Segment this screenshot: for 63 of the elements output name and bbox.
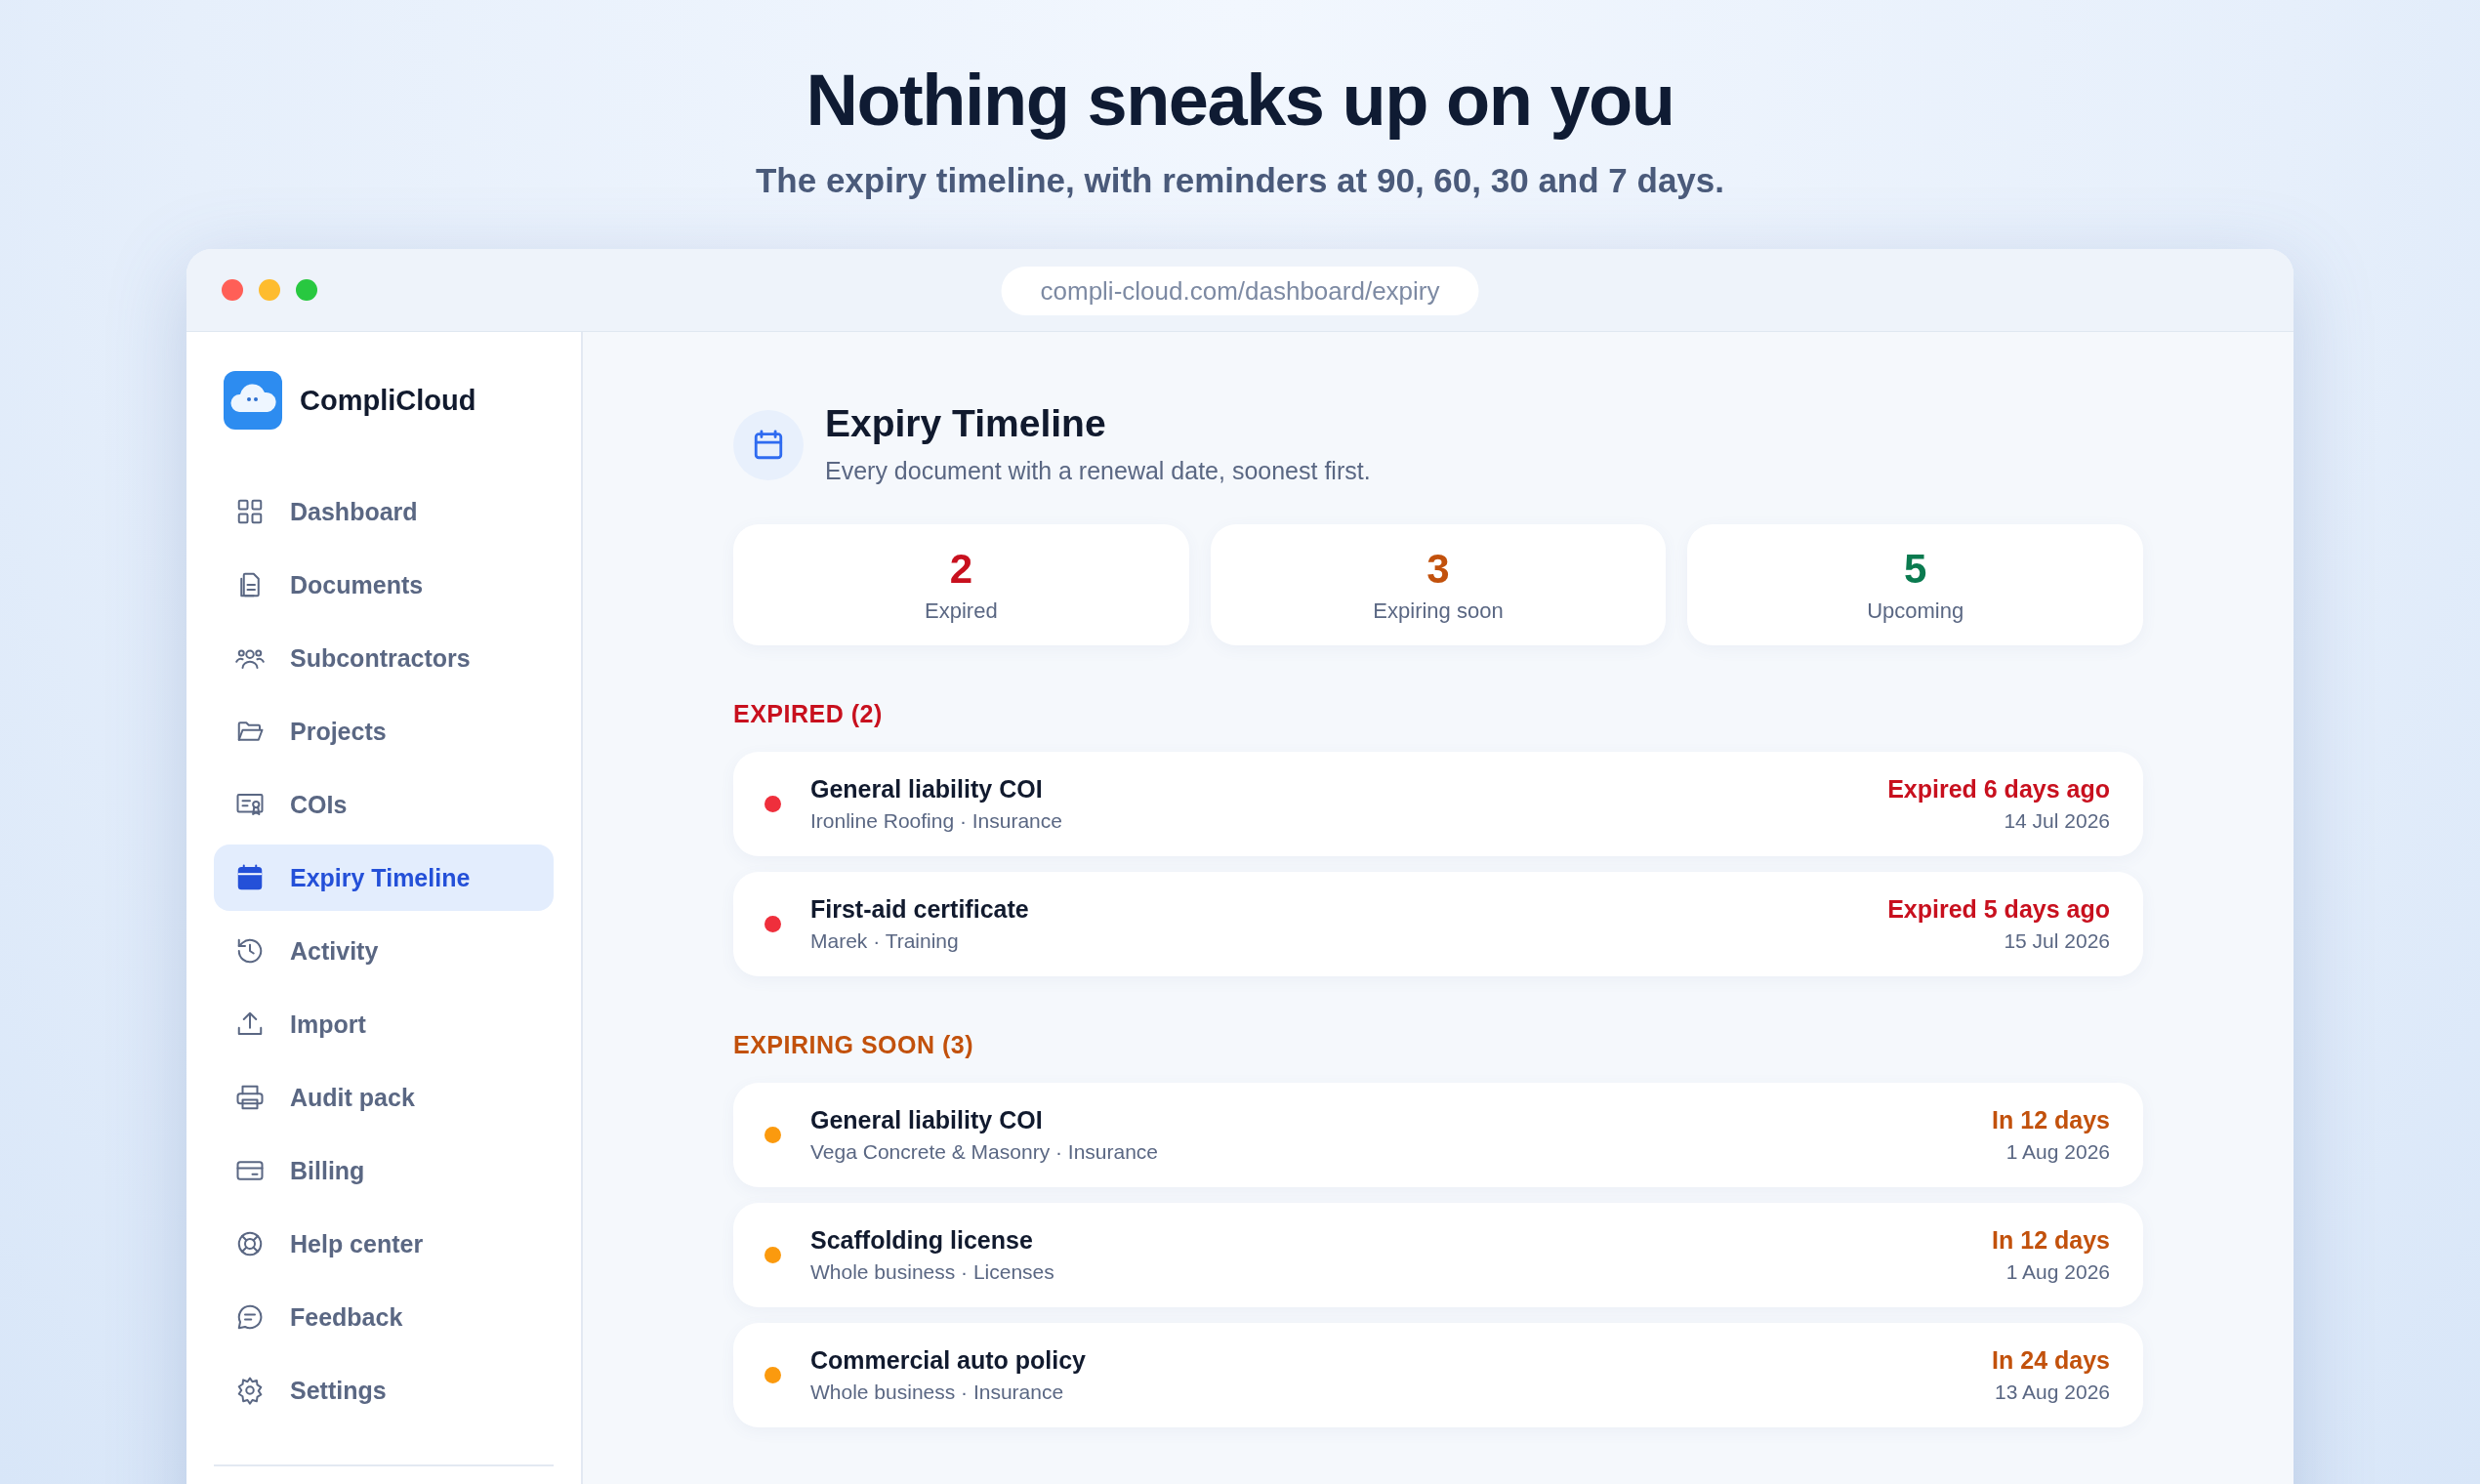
hero-subtitle: The expiry timeline, with reminders at 90, 60, 30 and 7 days. [755,161,1725,200]
gear-icon [235,1376,265,1405]
nav-item[interactable]: Settings [214,1357,554,1423]
brand-name: CompliCloud [300,384,476,417]
document-title: Commercial auto policy [810,1346,1088,1375]
nav-item[interactable]: Projects [214,698,554,764]
cloud-logo-icon [224,371,282,430]
expiry-status: In 12 days [1992,1226,2110,1255]
expiry-status: In 24 days [1992,1346,2110,1375]
nav-item[interactable]: Help center [214,1211,554,1277]
document-row[interactable]: General liability COI Ironline Roofing · Insurance Expired 6 days ago 14 Jul 2026 [733,752,2143,856]
stat-value: 2 [949,546,972,593]
nav-item[interactable]: Activity [214,918,554,984]
calendar-icon [235,863,265,892]
stat-label: Upcoming [1867,598,1964,624]
document-row[interactable]: General liability COI Vega Concrete & Masonry · Insurance In 12 days 1 Aug 2026 [733,1083,2143,1187]
expiry-date: 14 Jul 2026 [2004,809,2110,833]
expiry-status: In 12 days [1992,1106,2110,1134]
document-meta: Whole business · Insurance [810,1381,1065,1404]
expiry-date: 13 Aug 2026 [1995,1381,2110,1404]
maximize-button[interactable] [296,279,317,301]
nav-item[interactable]: Billing [214,1137,554,1204]
page-title: Expiry Timeline [825,402,1107,445]
document-meta: Ironline Roofing · Insurance [810,809,1063,833]
nav-item[interactable]: Documents [214,552,554,618]
section-heading: EXPIRING SOON (3) [733,1031,975,1059]
expiry-date: 15 Jul 2026 [2004,929,2110,953]
nav-item[interactable]: Dashboard [214,478,554,545]
document-row[interactable]: Scaffolding license Whole business · Licenses In 12 days 1 Aug 2026 [733,1203,2143,1307]
nav-item[interactable]: Expiry Timeline [214,845,554,911]
printer-icon [235,1083,265,1112]
close-button[interactable] [222,279,243,301]
nav-item[interactable]: Audit pack [214,1064,554,1131]
stat-label: Expired [925,598,998,624]
document-meta: Whole business · Licenses [810,1260,1055,1284]
minimize-button[interactable] [259,279,280,301]
document-title: Scaffolding license [810,1226,1034,1255]
nav-item[interactable]: Subcontractors [214,625,554,691]
expiry-date: 1 Aug 2026 [2005,1140,2110,1164]
nav-item[interactable]: Feedback [214,1284,554,1350]
document-row[interactable]: Commercial auto policy Whole business · Insurance In 24 days 13 Aug 2026 [733,1323,2143,1427]
document-row[interactable]: First-aid certificate Marek · Training Expired 5 days ago 15 Jul 2026 [733,872,2143,976]
address-bar[interactable]: compli-cloud.com/dashboard/expiry [1001,267,1479,315]
document-title: General liability COI [810,1106,1044,1134]
nav-item[interactable]: Import [214,991,554,1057]
document-meta: Vega Concrete & Masonry · Insurance [810,1140,1159,1164]
lifebuoy-icon [235,1229,265,1258]
history-icon [235,936,265,966]
expiry-date: 1 Aug 2026 [2005,1260,2110,1284]
chat-icon [235,1302,265,1332]
expiry-status: Expired 5 days ago [1887,895,2110,924]
page-subtitle: Every document with a renewal date, soonest first. [825,457,1371,485]
document-title: First-aid certificate [810,895,1030,924]
stat-value: 5 [1903,546,1927,593]
expiry-status: Expired 6 days ago [1887,775,2110,804]
hero-title: Nothing sneaks up on you [806,59,1674,142]
document-title: General liability COI [810,775,1044,804]
stat-value: 3 [1426,546,1450,593]
section-heading: EXPIRED (2) [733,700,884,728]
grid-icon [235,497,265,526]
stat-label: Expiring soon [1373,598,1504,624]
nav-item[interactable]: COIs [214,771,554,838]
document-meta: Marek · Training [810,929,960,953]
